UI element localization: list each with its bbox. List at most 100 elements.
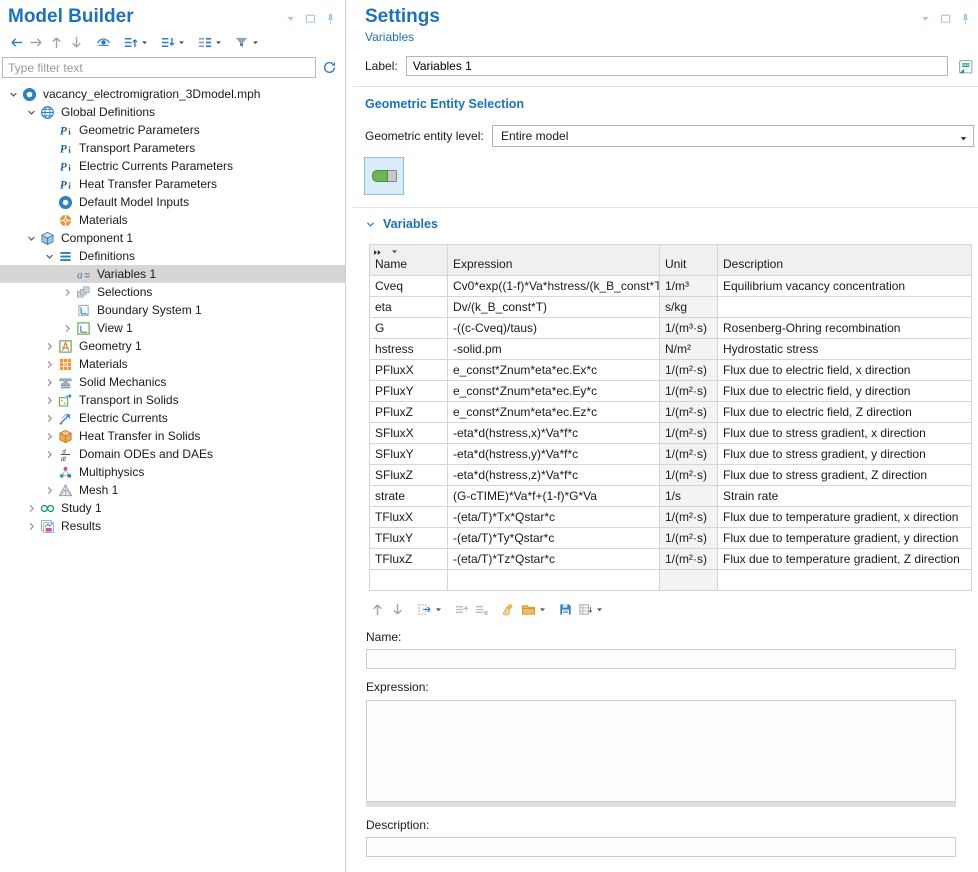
move-up-button[interactable] [367, 599, 387, 619]
cell-unit[interactable]: 1/(m²·s) [660, 507, 718, 528]
filter-input[interactable] [2, 57, 316, 78]
geometric-entity-level-select[interactable]: Entire model [492, 125, 974, 147]
clear-table-button[interactable] [498, 599, 518, 619]
cell-description[interactable]: Flux due to stress gradient, y direction [718, 444, 972, 465]
forward-arrow-button[interactable] [26, 32, 46, 52]
model-tree-filter-button[interactable] [231, 32, 261, 52]
tree-item-mesh-1[interactable]: Mesh 1 [0, 481, 345, 499]
cell-description[interactable] [718, 297, 972, 318]
cell-name[interactable]: TFluxX [370, 507, 448, 528]
tree-item-component-1[interactable]: Component 1 [0, 229, 345, 247]
expander-icon[interactable] [42, 447, 57, 462]
cell-expression[interactable]: e_const*Znum*eta*ec.Ex*c [448, 360, 660, 381]
cell-unit[interactable]: s/kg [660, 297, 718, 318]
dropdown-caret-icon[interactable] [250, 33, 260, 51]
cell-unit[interactable]: 1/(m²·s) [660, 360, 718, 381]
cell-name[interactable]: TFluxY [370, 528, 448, 549]
cell-unit[interactable]: N/m² [660, 339, 718, 360]
cell-description[interactable]: Flux due to temperature gradient, y dire… [718, 528, 972, 549]
tree-item-multiphysics[interactable]: Multiphysics [0, 463, 345, 481]
cell-unit[interactable]: 1/m³ [660, 276, 718, 297]
cell-description[interactable]: Rosenberg-Ohring recombination [718, 318, 972, 339]
cell-name[interactable]: G [370, 318, 448, 339]
cell-description[interactable]: Flux due to stress gradient, Z direction [718, 465, 972, 486]
cell-expression[interactable]: -eta*d(hstress,x)*Va*f*c [448, 423, 660, 444]
active-selection-toggle-button[interactable] [364, 157, 404, 195]
cell-name[interactable] [370, 570, 448, 591]
cell-unit[interactable]: 1/(m²·s) [660, 423, 718, 444]
cell-expression[interactable]: (G-cTIME)*Va*f+(1-f)*G*Va [448, 486, 660, 507]
cell-expression[interactable]: Dv/(k_B_const*T) [448, 297, 660, 318]
expand-all-button[interactable] [120, 32, 150, 52]
back-arrow-button[interactable] [6, 32, 26, 52]
cell-expression[interactable]: -(eta/T)*Ty*Qstar*c [448, 528, 660, 549]
collapse-panel-icon[interactable] [281, 9, 299, 27]
cell-description[interactable]: Flux due to electric field, x direction [718, 360, 972, 381]
description-field-input[interactable] [366, 837, 956, 857]
tree-item-heat-transfer-parameters[interactable]: PHeat Transfer Parameters [0, 175, 345, 193]
cell-unit[interactable]: 1/(m²·s) [660, 402, 718, 423]
load-file-button[interactable] [518, 599, 548, 619]
cell-expression[interactable]: -(eta/T)*Tz*Qstar*c [448, 549, 660, 570]
float-panel-icon[interactable] [301, 9, 319, 27]
expander-icon[interactable] [60, 285, 75, 300]
tree-item-boundary-system-1[interactable]: Boundary System 1 [0, 301, 345, 319]
move-up-button[interactable] [46, 32, 66, 52]
show-settings-icon[interactable] [956, 57, 974, 75]
cell-description[interactable]: Flux due to electric field, y direction [718, 381, 972, 402]
settings-subtitle-link[interactable]: Variables [365, 30, 978, 44]
expander-icon[interactable] [24, 501, 39, 516]
expression-resize-handle[interactable] [366, 802, 956, 807]
expander-icon[interactable] [60, 321, 75, 336]
cell-expression[interactable]: Cv0*exp((1-f)*Va*hstress/(k_B_const*T)) [448, 276, 660, 297]
expander-icon[interactable] [24, 519, 39, 534]
node-grouping-button[interactable] [194, 32, 224, 52]
cell-description[interactable] [718, 570, 972, 591]
tree-item-selections[interactable]: Selections [0, 283, 345, 301]
dropdown-caret-icon[interactable] [433, 600, 443, 618]
dropdown-caret-icon[interactable] [594, 600, 604, 618]
cell-description[interactable]: Flux due to temperature gradient, x dire… [718, 507, 972, 528]
cell-description[interactable]: Flux due to stress gradient, x direction [718, 423, 972, 444]
dropdown-caret-icon[interactable] [176, 33, 186, 51]
collapse-panel-icon[interactable] [916, 9, 934, 27]
tree-item-electric-currents[interactable]: +Electric Currents [0, 409, 345, 427]
cell-description[interactable]: Hydrostatic stress [718, 339, 972, 360]
save-file-button[interactable] [555, 599, 575, 619]
label-input[interactable] [406, 56, 948, 76]
tree-item-domain-odes-and-daes[interactable]: ddtDomain ODEs and DAEs [0, 445, 345, 463]
tree-item-geometry-1[interactable]: Geometry 1 [0, 337, 345, 355]
cell-description[interactable]: Equilibrium vacancy concentration [718, 276, 972, 297]
cell-expression[interactable]: e_const*Znum*eta*ec.Ez*c [448, 402, 660, 423]
pin-panel-icon[interactable] [321, 9, 339, 27]
tree-item-study-1[interactable]: Study 1 [0, 499, 345, 517]
cell-unit[interactable] [660, 570, 718, 591]
tree-item-electric-currents-parameters[interactable]: PElectric Currents Parameters [0, 157, 345, 175]
pin-panel-icon[interactable] [956, 9, 974, 27]
tree-item-variables-1[interactable]: aVariables 1 [0, 265, 345, 283]
cell-expression[interactable]: -(eta/T)*Tx*Qstar*c [448, 507, 660, 528]
tree-item-default-model-inputs[interactable]: Default Model Inputs [0, 193, 345, 211]
cell-unit[interactable]: 1/(m³·s) [660, 318, 718, 339]
show-button[interactable] [93, 32, 113, 52]
cell-unit[interactable]: 1/(m²·s) [660, 549, 718, 570]
delete-row-button[interactable] [471, 599, 491, 619]
cell-expression[interactable]: -eta*d(hstress,z)*Va*f*c [448, 465, 660, 486]
expander-icon[interactable] [42, 429, 57, 444]
name-field-input[interactable] [366, 649, 956, 669]
cell-description[interactable]: Strain rate [718, 486, 972, 507]
tree-item-view-1[interactable]: View 1 [0, 319, 345, 337]
cell-name[interactable]: SFluxX [370, 423, 448, 444]
cell-name[interactable]: TFluxZ [370, 549, 448, 570]
tree-item-heat-transfer-in-solids[interactable]: Heat Transfer in Solids [0, 427, 345, 445]
tree-item-transport-in-solids[interactable]: Transport in Solids [0, 391, 345, 409]
cell-expression[interactable]: -solid.pm [448, 339, 660, 360]
cell-expression[interactable]: -eta*d(hstress,y)*Va*f*c [448, 444, 660, 465]
move-down-button[interactable] [66, 32, 86, 52]
tree-item-materials[interactable]: Materials [0, 355, 345, 373]
cell-name[interactable]: strate [370, 486, 448, 507]
refresh-icon[interactable] [316, 60, 342, 75]
expander-icon[interactable] [42, 357, 57, 372]
cell-name[interactable]: hstress [370, 339, 448, 360]
table-columns-button[interactable] [575, 599, 605, 619]
